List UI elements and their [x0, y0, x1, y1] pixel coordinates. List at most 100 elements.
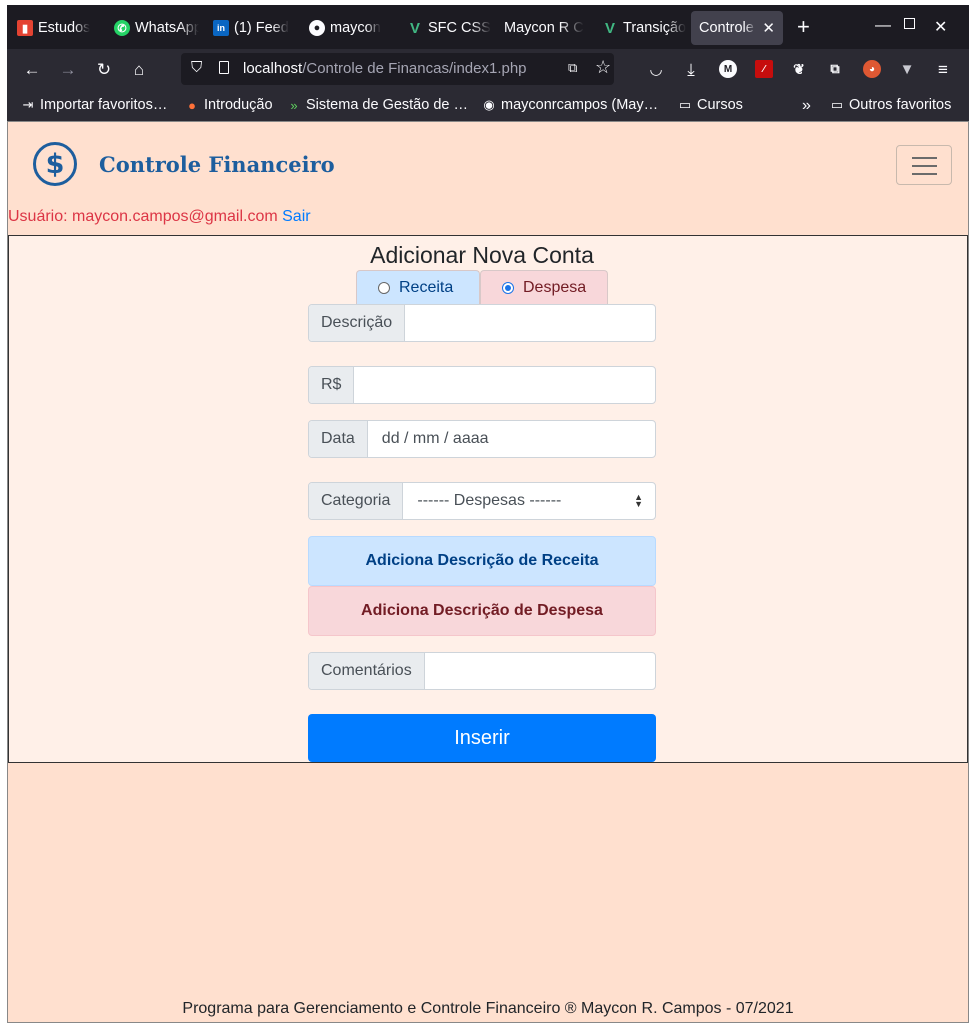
type-despesa-tab[interactable]: Despesa — [480, 270, 608, 304]
tab-sfc-css[interactable]: V SFC CSS — [407, 11, 492, 45]
tab-title: maycon — [330, 20, 381, 36]
extension-gnome-icon[interactable]: ❦ — [790, 60, 808, 78]
bookmark-label: Introdução — [204, 97, 273, 113]
footer-text: Programa para Gerenciamento e Controle F… — [182, 1000, 794, 1017]
bookmark-label: Cursos — [697, 97, 743, 113]
bookmark-sistema[interactable]: » Sistema de Gestão de … — [287, 97, 468, 113]
extension-dev-icon[interactable]: ⁄ — [755, 60, 773, 78]
firefox-icon: ● — [188, 97, 196, 113]
despesa-label: Despesa — [523, 278, 587, 296]
tab-maycon[interactable]: Maycon R C — [504, 11, 584, 45]
maximize-icon[interactable] — [904, 18, 915, 29]
categoria-label: Categoria — [309, 483, 404, 519]
radio-receita[interactable] — [378, 281, 390, 294]
hamburger-line — [912, 157, 937, 159]
bookmark-label: Outros favoritos — [849, 97, 952, 113]
add-account-panel: Adicionar Nova Conta Receita Despesa Des… — [8, 235, 968, 763]
hamburger-line — [912, 165, 937, 167]
page-content: $ Controle Financeiro Usuário: maycon.ca… — [7, 121, 969, 1023]
trello-icon: ▮ — [17, 20, 33, 36]
back-icon[interactable]: ← — [21, 59, 43, 81]
tab-github[interactable]: ● maycon — [309, 11, 394, 45]
linkedin-icon: in — [213, 20, 229, 36]
new-tab-button[interactable]: + — [797, 16, 810, 38]
github-icon: ◉ — [483, 97, 495, 112]
bookmarks-bar: ⇥ Importar favoritos… ● Introdução » Sistem… — [7, 91, 969, 121]
sistema-icon: » — [290, 97, 298, 113]
close-window-icon[interactable]: ✕ — [934, 17, 947, 37]
url-bar[interactable]: ⛉ localhost/Controle de Financas/index1.… — [181, 53, 614, 85]
pocket-icon[interactable]: ◡ — [645, 59, 667, 81]
descricao-input[interactable] — [419, 305, 655, 341]
user-info: Usuário: maycon.campos@gmail.com Sair — [8, 208, 311, 226]
bookmark-label: Sistema de Gestão de … — [306, 97, 468, 113]
shield-icon[interactable]: ⛉ — [191, 59, 202, 76]
navigation-bar: ← → ↻ ⌂ ⛉ localhost/Controle de Financas… — [7, 49, 969, 91]
add-despesa-description-button[interactable]: Adiciona Descrição de Despesa — [308, 586, 656, 636]
categoria-selected: ------ Despesas ------ — [417, 492, 562, 509]
inserir-button[interactable]: Inserir — [308, 714, 656, 762]
tab-bar: ▮ Estudos ✆ WhatsApp in (1) Feed ● mayco… — [7, 5, 969, 49]
bookmark-github[interactable]: ◉ mayconrcampos (May… — [482, 97, 658, 113]
extension-v-icon[interactable]: ▼ — [898, 60, 916, 78]
tab-title: WhatsApp — [135, 20, 199, 36]
minimize-icon[interactable]: — — [875, 17, 891, 35]
url-host: localhost — [243, 60, 303, 77]
type-receita-tab[interactable]: Receita — [356, 270, 480, 304]
bookmark-outros[interactable]: ▭ Outros favoritos — [830, 97, 952, 113]
tab-title: SFC CSS — [428, 20, 491, 36]
descricao-group: Descrição — [308, 304, 656, 342]
github-icon: ● — [309, 20, 325, 36]
dollar-logo-icon[interactable]: $ — [33, 142, 77, 186]
tab-title: Maycon R C — [504, 20, 584, 36]
duckduckgo-icon[interactable]: ◕ — [863, 60, 881, 78]
url-path: /Controle de Financas/index1.php — [302, 60, 527, 77]
bookmark-cursos[interactable]: ▭ Cursos — [678, 97, 743, 113]
logout-link[interactable]: Sair — [282, 208, 310, 225]
browser-window: ▮ Estudos ✆ WhatsApp in (1) Feed ● mayco… — [7, 5, 969, 1023]
user-email: Usuário: maycon.campos@gmail.com — [8, 208, 278, 225]
menu-icon[interactable]: ≡ — [932, 59, 954, 81]
radio-despesa[interactable] — [502, 281, 514, 294]
navbar-toggler-button[interactable] — [896, 145, 952, 185]
vue-icon: V — [409, 19, 420, 37]
bookmark-introducao[interactable]: ● Introdução — [185, 97, 273, 113]
extension-m-icon[interactable]: M — [719, 60, 737, 78]
tab-transicao[interactable]: V Transição — [602, 11, 687, 45]
bookmark-star-icon[interactable]: ☆ — [595, 57, 611, 78]
extension-translate-icon[interactable]: ⧉ — [826, 60, 844, 78]
bookmarks-overflow-icon[interactable]: » — [802, 97, 811, 115]
bookmark-label: mayconrcampos (May… — [501, 97, 659, 113]
close-tab-icon[interactable]: ✕ — [762, 19, 775, 37]
categoria-group: Categoria ------ Despesas ------ ▲ ▼ — [308, 482, 656, 520]
valor-label: R$ — [309, 367, 355, 403]
tab-title: Transição — [623, 20, 687, 36]
receita-label: Receita — [399, 278, 454, 296]
reload-icon[interactable]: ↻ — [93, 59, 115, 81]
descricao-label: Descrição — [309, 305, 406, 341]
tab-title: Controle — [699, 20, 754, 36]
categoria-select[interactable]: ------ Despesas ------ ▲ ▼ — [403, 483, 655, 519]
tab-linkedin[interactable]: in (1) Feed — [213, 11, 298, 45]
bookmark-importar[interactable]: ⇥ Importar favoritos… — [21, 97, 168, 113]
translate-icon[interactable]: ⧉ — [568, 60, 577, 76]
valor-input[interactable] — [368, 367, 655, 403]
hamburger-line — [912, 173, 937, 175]
comentarios-input[interactable] — [438, 653, 655, 689]
download-icon[interactable]: ⤓ — [680, 59, 702, 81]
brand-title[interactable]: Controle Financeiro — [99, 152, 335, 177]
folder-icon: ▭ — [830, 97, 844, 112]
tab-title: Estudos — [38, 20, 91, 36]
forward-icon[interactable]: → — [57, 59, 79, 81]
tab-controle[interactable]: Controle ✕ — [691, 11, 783, 45]
tab-estudos[interactable]: ▮ Estudos — [17, 11, 102, 45]
tab-whatsapp[interactable]: ✆ WhatsApp — [114, 11, 199, 45]
page-icon — [219, 61, 229, 74]
add-receita-description-button[interactable]: Adiciona Descrição de Receita — [308, 536, 656, 586]
data-input[interactable]: dd / mm / aaaa — [368, 421, 655, 457]
url-text[interactable]: localhost/Controle de Financas/index1.ph… — [243, 60, 527, 77]
home-icon[interactable]: ⌂ — [128, 59, 150, 81]
tab-title: (1) Feed — [234, 20, 289, 36]
data-group: Data dd / mm / aaaa — [308, 420, 656, 458]
whatsapp-icon: ✆ — [114, 20, 130, 36]
